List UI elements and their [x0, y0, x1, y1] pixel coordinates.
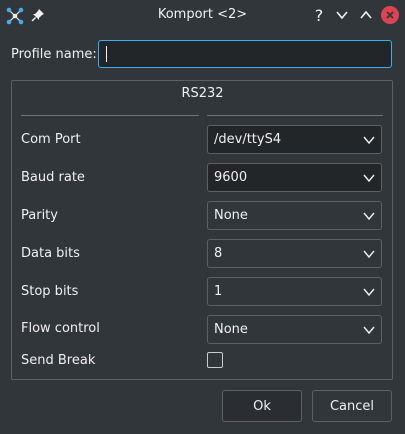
com-port-value: /dev/ttyS4: [214, 132, 282, 147]
text-caret: [106, 46, 107, 62]
chevron-down-icon: [363, 326, 375, 335]
chevron-down-icon: [336, 11, 348, 20]
parity-value: None: [214, 208, 248, 223]
baud-rate-label: Baud rate: [21, 170, 85, 185]
flow-control-select[interactable]: None: [207, 315, 382, 344]
chevron-down-icon: [363, 212, 375, 221]
chevron-down-icon: [363, 250, 375, 259]
data-bits-select[interactable]: 8: [207, 239, 382, 268]
ok-button[interactable]: Ok: [222, 390, 302, 422]
profile-name-input[interactable]: [98, 40, 392, 68]
stop-bits-select[interactable]: 1: [207, 277, 382, 306]
send-break-checkbox[interactable]: [207, 352, 223, 368]
parity-select[interactable]: None: [207, 201, 382, 230]
com-port-select[interactable]: /dev/ttyS4: [207, 125, 382, 154]
baud-rate-select[interactable]: 9600: [207, 163, 382, 192]
chevron-up-icon: [360, 10, 372, 19]
send-break-label: Send Break: [21, 353, 96, 368]
flow-control-label: Flow control: [21, 321, 100, 336]
com-port-label: Com Port: [21, 132, 81, 147]
help-button[interactable]: ?: [310, 6, 328, 25]
group-title: RS232: [181, 86, 224, 101]
chevron-down-icon: [363, 136, 375, 145]
title-bar[interactable]: Komport <2> ?: [0, 0, 405, 31]
divider: [207, 115, 383, 116]
divider: [21, 115, 199, 116]
data-bits-value: 8: [214, 246, 223, 261]
data-bits-label: Data bits: [21, 246, 80, 261]
chevron-down-icon: [363, 288, 375, 297]
baud-rate-value: 9600: [214, 170, 248, 185]
parity-label: Parity: [21, 208, 58, 223]
flow-control-value: None: [214, 322, 248, 337]
maximize-button[interactable]: [357, 6, 375, 24]
close-button[interactable]: [381, 6, 399, 24]
chevron-down-icon: [363, 174, 375, 183]
stop-bits-label: Stop bits: [21, 284, 79, 299]
profile-name-label: Profile name:: [11, 47, 97, 62]
stop-bits-value: 1: [214, 284, 223, 299]
dialog-window: Komport <2> ? Profile name: RS232 Com Po…: [0, 0, 405, 434]
cancel-button[interactable]: Cancel: [312, 390, 392, 422]
close-icon: [386, 11, 394, 19]
minimize-button[interactable]: [333, 6, 351, 24]
